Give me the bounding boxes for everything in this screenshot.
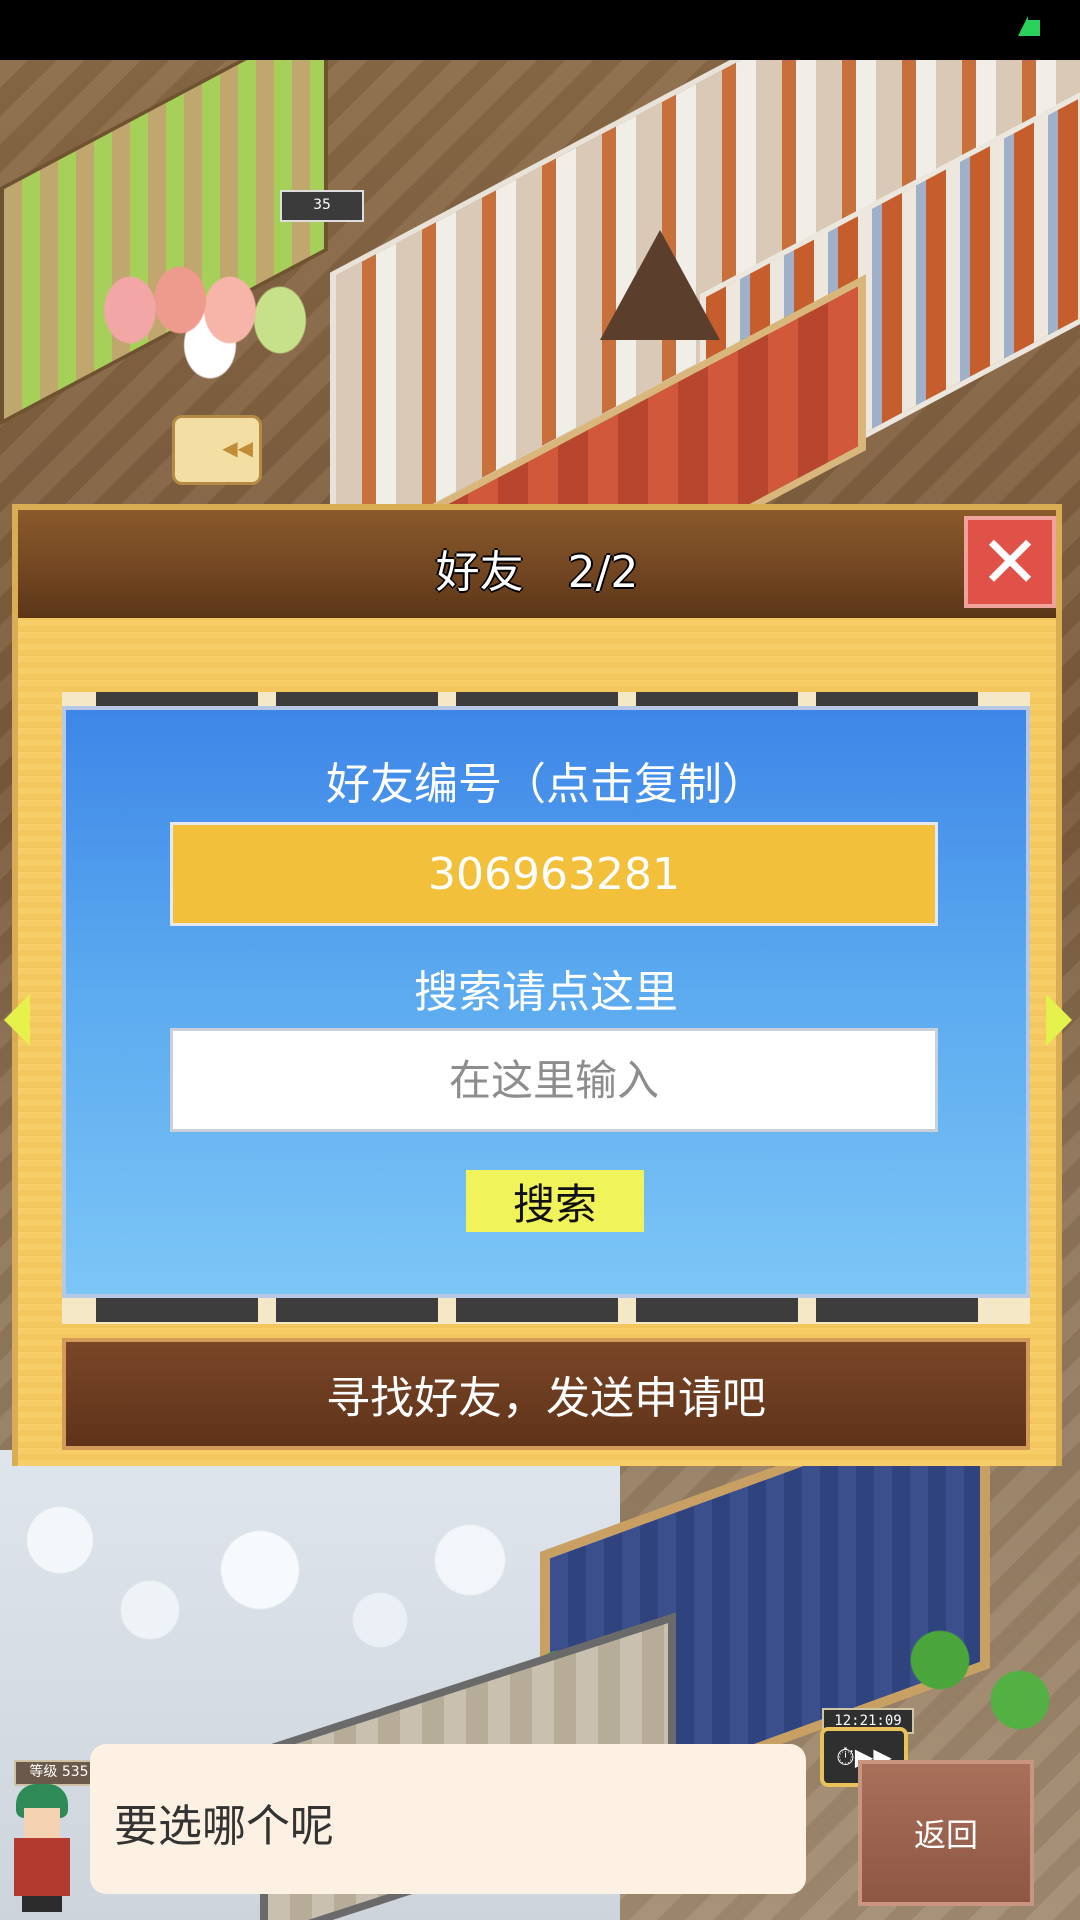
status-bar — [0, 0, 1080, 60]
dialog-title: 好友 2/2 — [435, 547, 639, 598]
page-tab[interactable] — [456, 1298, 618, 1322]
message-text: 要选哪个呢 — [114, 1801, 334, 1852]
egg-decoration[interactable] — [100, 250, 320, 380]
arrow-right-icon[interactable] — [1046, 994, 1072, 1046]
page-tab[interactable] — [816, 1298, 978, 1322]
page-tab[interactable] — [96, 1298, 258, 1322]
battery-icon — [1018, 16, 1040, 36]
search-input[interactable] — [170, 1028, 938, 1132]
friend-id-label: 好友编号（点击复制） — [326, 759, 766, 810]
friend-search-panel: 好友编号（点击复制） 306963281 搜索请点这里 搜索 — [62, 706, 1030, 1298]
page-tab[interactable] — [636, 1298, 798, 1322]
page-tab[interactable] — [636, 692, 798, 706]
close-button[interactable]: ✕ — [964, 516, 1056, 608]
bottom-message-bar: 要选哪个呢 返回 — [0, 1744, 1080, 1920]
search-label: 搜索请点这里 — [414, 967, 678, 1018]
page-tab[interactable] — [96, 692, 258, 706]
page-tab-strip-bottom — [62, 1298, 1030, 1324]
arrow-left-icon[interactable] — [4, 994, 30, 1046]
page-tab[interactable] — [456, 692, 618, 706]
back-button[interactable]: 返回 — [858, 1760, 1034, 1906]
page-tab[interactable] — [276, 692, 438, 706]
dialog-body: 好友编号（点击复制） 306963281 搜索请点这里 搜索 寻找好友，发送申请… — [4, 618, 1072, 1466]
tent[interactable] — [600, 230, 720, 340]
friend-id-copy-button[interactable]: 306963281 — [170, 822, 938, 926]
page-tab[interactable] — [816, 692, 978, 706]
send-friend-request-button[interactable]: 寻找好友，发送申请吧 — [62, 1338, 1030, 1450]
dialog-header: 好友 2/2 ✕ — [18, 510, 1056, 618]
page-tab-strip-top — [62, 692, 1030, 706]
advisor-avatar — [6, 1784, 78, 1912]
friends-dialog: 好友 2/2 ✕ 好友编号（点击复制） 306963281 搜索请点这里 搜索 — [4, 504, 1072, 1466]
level-flag: 35 — [280, 190, 364, 222]
visitor-rewind-bubble[interactable] — [172, 415, 262, 485]
search-button[interactable]: 搜索 — [466, 1170, 644, 1232]
page-tab[interactable] — [276, 1298, 438, 1322]
message-bubble: 要选哪个呢 — [90, 1744, 806, 1894]
close-icon: ✕ — [979, 520, 1041, 604]
